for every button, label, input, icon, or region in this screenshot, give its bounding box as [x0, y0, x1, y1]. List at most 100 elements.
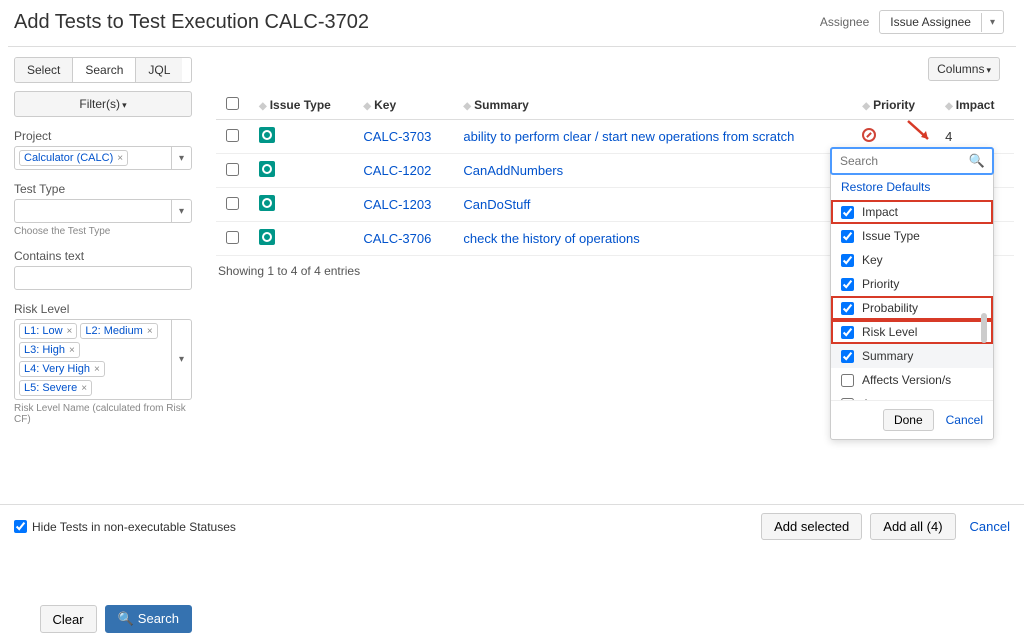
- scrollbar[interactable]: [981, 313, 987, 343]
- contains-label: Contains text: [14, 249, 192, 263]
- close-icon[interactable]: ×: [81, 383, 87, 394]
- project-chip[interactable]: Calculator (CALC)×: [19, 150, 128, 166]
- project-field[interactable]: Calculator (CALC)× ▾: [14, 146, 192, 170]
- column-option-checkbox[interactable]: [841, 206, 854, 219]
- search-button[interactable]: 🔍Search: [105, 605, 192, 633]
- add-all-button[interactable]: Add all (4): [870, 513, 955, 540]
- column-option[interactable]: Probability: [831, 296, 993, 320]
- column-option-checkbox[interactable]: [841, 350, 854, 363]
- risk-chip[interactable]: L5: Severe×: [19, 380, 92, 396]
- column-option-label: Asset: [862, 397, 892, 400]
- column-option-checkbox[interactable]: [841, 326, 854, 339]
- col-summary[interactable]: Summary: [474, 98, 529, 112]
- row-checkbox[interactable]: [226, 231, 239, 244]
- column-option[interactable]: Impact: [831, 200, 993, 224]
- hide-tests-label: Hide Tests in non-executable Statuses: [32, 520, 236, 534]
- close-icon[interactable]: ×: [94, 364, 100, 375]
- test-type-icon: [259, 161, 275, 177]
- sort-icon[interactable]: ◆: [363, 101, 371, 112]
- column-option-checkbox[interactable]: [841, 254, 854, 267]
- hide-tests-checkbox[interactable]: Hide Tests in non-executable Statuses: [14, 520, 236, 534]
- test-type-hint: Choose the Test Type: [14, 226, 192, 237]
- priority-icon: [862, 128, 876, 142]
- issue-key-link[interactable]: CALC-1202: [363, 163, 431, 178]
- column-option-label: Summary: [862, 349, 913, 363]
- tab-jql[interactable]: JQL: [136, 58, 182, 82]
- column-option-label: Key: [862, 253, 883, 267]
- test-type-icon: [259, 195, 275, 211]
- column-option[interactable]: Issue Type: [831, 224, 993, 248]
- columns-done-button[interactable]: Done: [883, 409, 934, 431]
- row-checkbox[interactable]: [226, 197, 239, 210]
- clear-button[interactable]: Clear: [40, 605, 97, 633]
- chevron-down-icon: ▾: [986, 65, 991, 75]
- row-checkbox[interactable]: [226, 129, 239, 142]
- column-option-checkbox[interactable]: [841, 302, 854, 315]
- issue-key-link[interactable]: CALC-3706: [363, 231, 431, 246]
- close-icon[interactable]: ×: [67, 326, 73, 337]
- columns-button[interactable]: Columns▾: [928, 57, 1000, 81]
- col-priority[interactable]: Priority: [873, 98, 915, 112]
- assignee-value: Issue Assignee: [880, 11, 981, 33]
- risk-chip[interactable]: L3: High×: [19, 342, 80, 358]
- column-option[interactable]: Key: [831, 248, 993, 272]
- select-all-checkbox[interactable]: [226, 97, 239, 110]
- risk-chip[interactable]: L2: Medium×: [80, 323, 157, 339]
- chevron-down-icon[interactable]: ▾: [171, 200, 191, 222]
- dialog-title: Add Tests to Test Execution CALC-3702: [14, 11, 369, 34]
- columns-cancel-link[interactable]: Cancel: [946, 413, 983, 427]
- test-type-icon: [259, 229, 275, 245]
- hide-tests-cb-input[interactable]: [14, 520, 27, 533]
- sort-icon[interactable]: ◆: [945, 101, 953, 112]
- bottom-bar: Hide Tests in non-executable Statuses Ad…: [0, 504, 1024, 548]
- assignee-select[interactable]: Issue Assignee ▾: [879, 10, 1004, 34]
- risk-chip[interactable]: L4: Very High×: [19, 361, 105, 377]
- add-selected-button[interactable]: Add selected: [761, 513, 862, 540]
- sort-icon[interactable]: ◆: [259, 101, 267, 112]
- cancel-link[interactable]: Cancel: [970, 519, 1010, 534]
- sort-icon[interactable]: ◆: [862, 101, 870, 112]
- column-option[interactable]: Asset: [831, 392, 993, 400]
- issue-summary-link[interactable]: CanDoStuff: [463, 197, 530, 212]
- chevron-down-icon[interactable]: ▾: [171, 147, 191, 169]
- risk-chip[interactable]: L1: Low×: [19, 323, 77, 339]
- filters-label: Filter(s): [79, 97, 120, 111]
- filters-button[interactable]: Filter(s)▾: [14, 91, 192, 117]
- issue-summary-link[interactable]: CanAddNumbers: [463, 163, 563, 178]
- sort-icon[interactable]: ◆: [463, 101, 471, 112]
- column-option-checkbox[interactable]: [841, 230, 854, 243]
- issue-key-link[interactable]: CALC-1203: [363, 197, 431, 212]
- restore-defaults-link[interactable]: Restore Defaults: [831, 174, 993, 200]
- column-option[interactable]: Risk Level: [831, 320, 993, 344]
- risk-level-field[interactable]: L1: Low× L2: Medium× L3: High× L4: Very …: [14, 319, 192, 400]
- column-option-checkbox[interactable]: [841, 374, 854, 387]
- col-impact[interactable]: Impact: [956, 98, 995, 112]
- issue-key-link[interactable]: CALC-3703: [363, 129, 431, 144]
- column-option-checkbox[interactable]: [841, 278, 854, 291]
- column-option[interactable]: Priority: [831, 272, 993, 296]
- column-option-checkbox[interactable]: [841, 398, 854, 401]
- columns-search-input[interactable]: [836, 153, 966, 169]
- col-issue-type[interactable]: Issue Type: [270, 98, 331, 112]
- search-icon: 🔍: [966, 153, 988, 169]
- contains-input[interactable]: [14, 266, 192, 290]
- issue-summary-link[interactable]: ability to perform clear / start new ope…: [463, 129, 794, 144]
- row-checkbox[interactable]: [226, 163, 239, 176]
- risk-level-label: Risk Level: [14, 302, 192, 316]
- close-icon[interactable]: ×: [147, 326, 153, 337]
- col-key[interactable]: Key: [374, 98, 396, 112]
- close-icon[interactable]: ×: [69, 345, 75, 356]
- test-type-field[interactable]: ▾: [14, 199, 192, 223]
- column-option-label: Impact: [862, 205, 898, 219]
- column-option[interactable]: Summary: [831, 344, 993, 368]
- chevron-down-icon: ▾: [122, 100, 127, 110]
- test-type-label: Test Type: [14, 182, 192, 196]
- project-label: Project: [14, 129, 192, 143]
- tab-search[interactable]: Search: [73, 58, 136, 82]
- close-icon[interactable]: ×: [117, 153, 123, 164]
- issue-summary-link[interactable]: check the history of operations: [463, 231, 639, 246]
- column-option[interactable]: Affects Version/s: [831, 368, 993, 392]
- column-option-label: Risk Level: [862, 325, 917, 339]
- chevron-down-icon[interactable]: ▾: [171, 320, 191, 399]
- tab-select[interactable]: Select: [15, 58, 73, 82]
